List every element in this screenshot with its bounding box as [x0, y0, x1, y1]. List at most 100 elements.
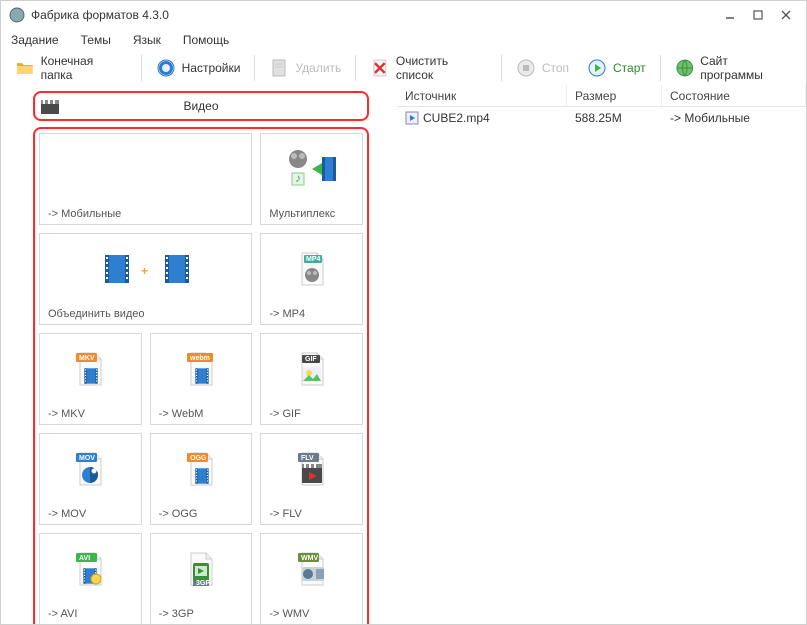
window-title: Фабрика форматов 4.3.0 [31, 8, 714, 22]
format-cell[interactable]: GIF -> GIF [260, 333, 363, 425]
right-panel: Источник Размер Состояние CUBE2.mp4 588.… [397, 85, 806, 624]
start-button[interactable]: Старт [579, 54, 654, 82]
clapper-icon [39, 95, 61, 117]
cell-state: -> Мобильные [662, 109, 806, 127]
site-button[interactable]: Сайт программы [667, 50, 800, 86]
svg-text:OGG: OGG [190, 455, 207, 462]
col-state[interactable]: Состояние [662, 85, 806, 106]
format-cell[interactable]: AVI -> AVI [39, 533, 142, 624]
category-tab-video[interactable]: Видео [33, 91, 369, 121]
format-icon: WMV [261, 534, 362, 604]
format-icon: GIF [261, 334, 362, 404]
svg-text:MOV: MOV [79, 455, 95, 462]
svg-text:MKV: MKV [79, 355, 95, 362]
format-label: -> OGG [151, 504, 252, 524]
delete-label: Удалить [295, 61, 341, 75]
video-file-icon [405, 111, 419, 125]
format-cell[interactable]: + Объединить видео [39, 233, 252, 325]
app-icon [9, 7, 25, 23]
format-icon: FLV [261, 434, 362, 504]
stop-label: Стоп [542, 61, 569, 75]
toolbar-separator [501, 55, 502, 81]
svg-text:AVI: AVI [79, 555, 90, 562]
format-cell[interactable]: webm -> WebM [150, 333, 253, 425]
folder-icon [15, 58, 35, 78]
format-icon: MKV [40, 334, 141, 404]
format-icon: MP4 [261, 234, 362, 304]
dest-folder-button[interactable]: Конечная папка [7, 50, 135, 86]
minimize-button[interactable] [718, 3, 742, 27]
format-cell[interactable]: WMV -> WMV [260, 533, 363, 624]
page-delete-icon [269, 58, 289, 78]
format-grid: -> Мобильные ♪ Мультиплекс + Объединить … [33, 127, 369, 624]
format-icon: 3GP [151, 534, 252, 604]
svg-text:GIF: GIF [305, 356, 317, 363]
format-label: -> WMV [261, 604, 362, 624]
maximize-button[interactable] [746, 3, 770, 27]
menu-themes[interactable]: Темы [77, 31, 115, 49]
format-icon: AVI [40, 534, 141, 604]
svg-text:3GP: 3GP [196, 580, 210, 587]
gear-icon [156, 58, 176, 78]
menu-task[interactable]: Задание [7, 31, 63, 49]
category-label: Видео [35, 99, 367, 113]
format-label: -> AVI [40, 604, 141, 624]
delete-button[interactable]: Удалить [261, 54, 349, 82]
format-cell[interactable]: ♪ Мультиплекс [260, 133, 363, 225]
svg-text:♪: ♪ [295, 171, 301, 185]
format-label: -> MKV [40, 404, 141, 424]
file-list-body: CUBE2.mp4 588.25M -> Мобильные [397, 107, 806, 129]
format-icon: + [40, 234, 251, 304]
clear-list-button[interactable]: Очистить список [362, 50, 495, 86]
format-label: -> MP4 [261, 304, 362, 324]
menu-language[interactable]: Язык [129, 31, 165, 49]
format-cell[interactable]: OGG -> OGG [150, 433, 253, 525]
clear-list-label: Очистить список [396, 54, 487, 82]
format-label: -> MOV [40, 504, 141, 524]
format-icon: OGG [151, 434, 252, 504]
format-label: -> GIF [261, 404, 362, 424]
stop-button[interactable]: Стоп [508, 54, 577, 82]
settings-button[interactable]: Настройки [148, 54, 249, 82]
format-icon: webm [151, 334, 252, 404]
file-list-header: Источник Размер Состояние [397, 85, 806, 107]
toolbar-separator [254, 55, 255, 81]
col-size[interactable]: Размер [567, 85, 662, 106]
close-button[interactable] [774, 3, 798, 27]
file-row[interactable]: CUBE2.mp4 588.25M -> Мобильные [397, 107, 806, 129]
dest-folder-label: Конечная папка [41, 54, 127, 82]
format-cell[interactable]: -> Мобильные [39, 133, 252, 225]
globe-icon [675, 58, 695, 78]
format-label: -> Мобильные [40, 204, 251, 224]
play-icon [587, 58, 607, 78]
left-panel: Видео -> Мобильные ♪ Мультиплекс + Объед… [1, 85, 397, 624]
content: Видео -> Мобильные ♪ Мультиплекс + Объед… [1, 85, 806, 624]
format-cell[interactable]: 3GP -> 3GP [150, 533, 253, 624]
format-icon [40, 134, 251, 204]
clear-icon [370, 58, 390, 78]
col-source[interactable]: Источник [397, 85, 567, 106]
format-cell[interactable]: FLV -> FLV [260, 433, 363, 525]
format-label: Мультиплекс [261, 204, 362, 224]
svg-text:WMV: WMV [301, 555, 318, 562]
format-label: -> WebM [151, 404, 252, 424]
svg-text:webm: webm [189, 355, 210, 362]
format-cell[interactable]: MKV -> MKV [39, 333, 142, 425]
format-icon: ♪ [261, 134, 362, 204]
toolbar-separator [355, 55, 356, 81]
svg-text:+: + [141, 264, 148, 278]
settings-label: Настройки [182, 61, 241, 75]
menubar: Задание Темы Язык Помощь [1, 29, 806, 51]
format-cell[interactable]: MP4 -> MP4 [260, 233, 363, 325]
format-cell[interactable]: MOV -> MOV [39, 433, 142, 525]
svg-text:FLV: FLV [301, 455, 314, 462]
menu-help[interactable]: Помощь [179, 31, 233, 49]
site-label: Сайт программы [700, 54, 792, 82]
titlebar: Фабрика форматов 4.3.0 [1, 1, 806, 29]
start-label: Старт [613, 61, 646, 75]
toolbar-separator [141, 55, 142, 81]
app-window: Фабрика форматов 4.3.0 Задание Темы Язык… [0, 0, 807, 625]
toolbar-separator [660, 55, 661, 81]
stop-icon [516, 58, 536, 78]
format-icon: MOV [40, 434, 141, 504]
